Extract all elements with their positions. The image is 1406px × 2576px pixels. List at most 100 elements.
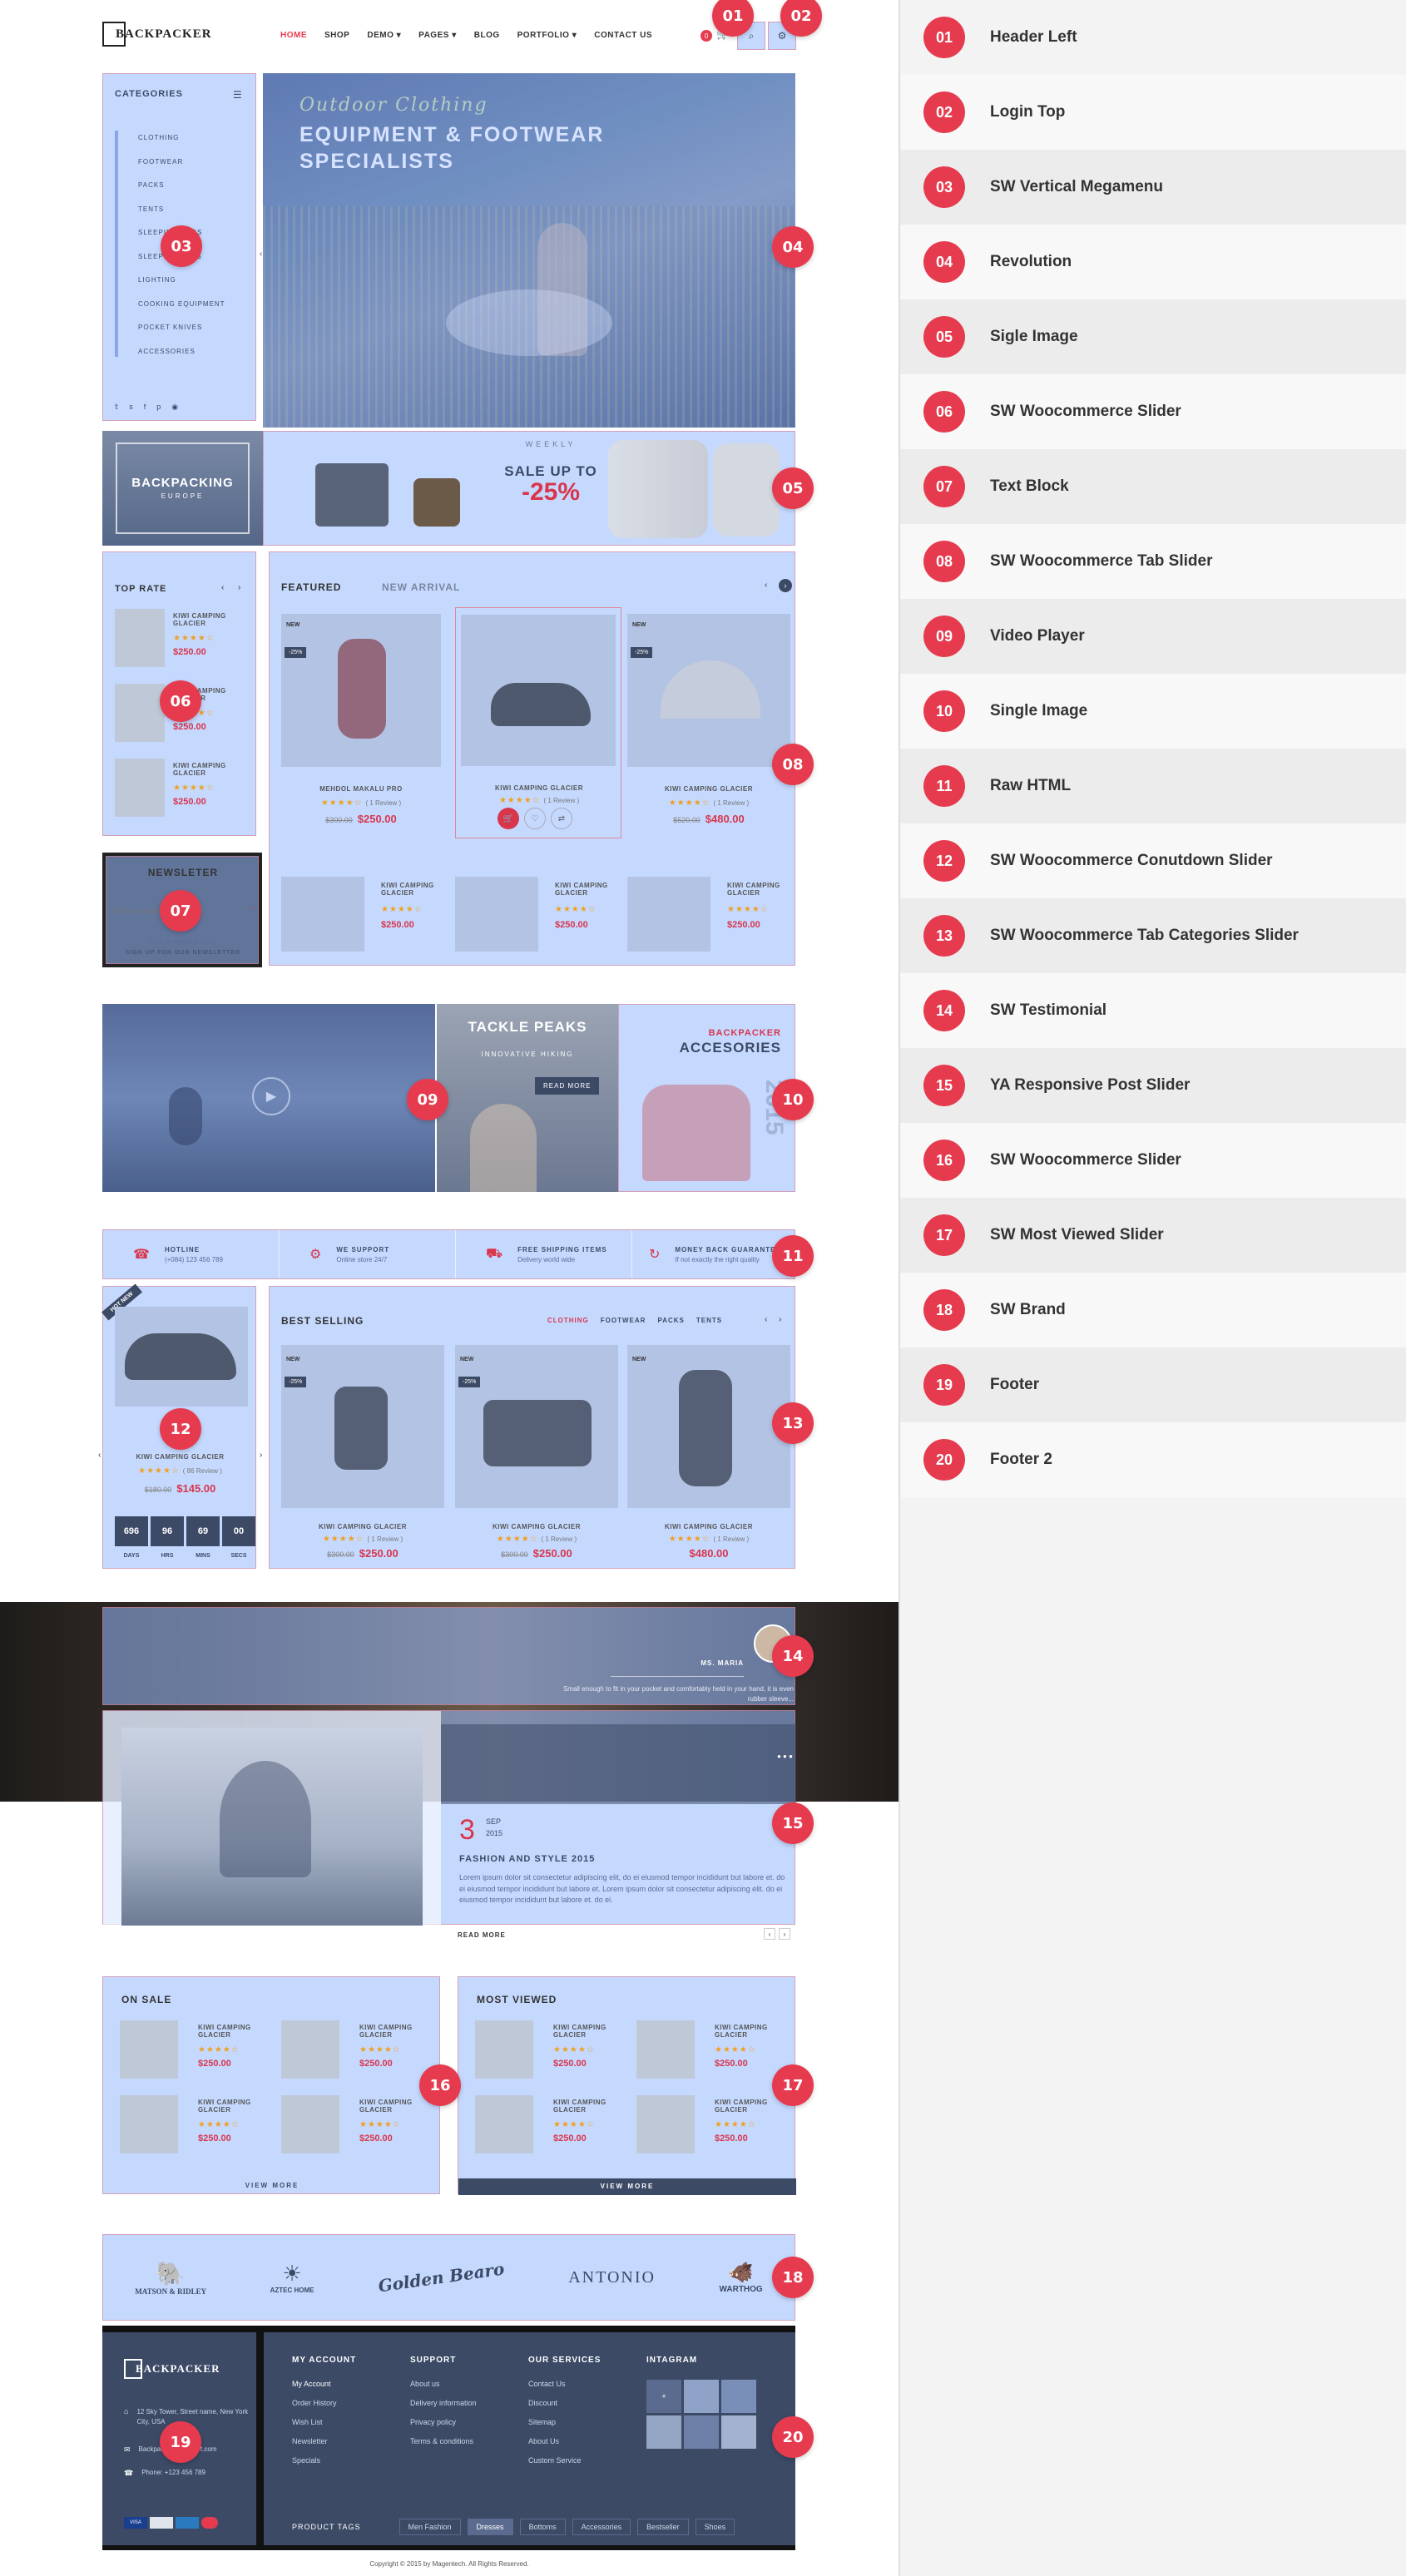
featured-next[interactable]: › [779, 579, 792, 592]
countdown-prev[interactable]: ‹ [98, 1451, 101, 1460]
footer-link[interactable]: Terms & conditions [410, 2437, 477, 2445]
category-clothing[interactable]: CLOTHING [138, 134, 225, 158]
wishlist-button[interactable]: ♡ [524, 808, 546, 829]
footer-link[interactable]: Newsletter [292, 2437, 356, 2445]
video-player[interactable]: ▶ [102, 1004, 435, 1192]
tab-tents[interactable]: TENTS [696, 1317, 722, 1324]
small-product[interactable]: KIWI CAMPING GLACIER ★★★★☆ $250.00 [281, 877, 444, 952]
tag-bestseller[interactable]: Bestseller [637, 2519, 689, 2535]
tag-men-fashion[interactable]: Men Fashion [399, 2519, 461, 2535]
instagram-photo[interactable] [646, 2415, 681, 2449]
tag-shoes[interactable]: Shoes [695, 2519, 735, 2535]
instagram-photo[interactable] [721, 2380, 756, 2413]
top-rate-prev[interactable]: ‹ [221, 583, 224, 592]
instagram-photo[interactable] [684, 2415, 719, 2449]
tab-footwear[interactable]: FOOTWEAR [601, 1317, 646, 1324]
newsletter-submit-icon[interactable]: → [246, 903, 255, 912]
nav-demo[interactable]: DEMO ▾ [367, 31, 401, 40]
footer-link[interactable]: Custom Service [528, 2456, 601, 2465]
top-rate-item[interactable]: KIWI CAMPING GLACIER ★★★★☆ $250.00 [115, 609, 248, 675]
category-lighting[interactable]: LIGHTING [138, 276, 225, 300]
category-cooking[interactable]: COOKING EQUIPMENT [138, 300, 225, 324]
small-product[interactable]: KIWI CAMPING GLACIER ★★★★☆ $250.00 [455, 877, 618, 952]
add-to-cart-button[interactable]: 🛒 [498, 808, 519, 829]
most-viewed-view-more[interactable]: VIEW MORE [458, 2178, 796, 2195]
post-next[interactable]: › [779, 1928, 790, 1940]
post-prev[interactable]: ‹ [764, 1928, 775, 1940]
brand-aztec-home[interactable]: ☀ AZTEC HOME [270, 2261, 314, 2294]
nav-blog[interactable]: BLOG [474, 31, 500, 40]
pinterest-icon[interactable]: p [156, 403, 161, 412]
brand-golden-bearo[interactable]: Golden Bearo [377, 2258, 506, 2296]
viewed-item[interactable]: KIWI CAMPING GLACIER ★★★★☆ $250.00 [636, 2095, 786, 2162]
footer-link[interactable]: Sitemap [528, 2418, 601, 2426]
footer-link[interactable]: Discount [528, 2399, 601, 2407]
footer-link[interactable]: Order History [292, 2399, 356, 2407]
on-sale-view-more[interactable]: VIEW MORE [103, 2182, 441, 2189]
banner-tackle-peaks[interactable]: TACKLE PEAKS INNOVATIVE HIKING READ MORE [437, 1004, 618, 1192]
instagram-photo[interactable]: + [646, 2380, 681, 2413]
footer-link[interactable]: About Us [528, 2437, 601, 2445]
category-footwear[interactable]: FOOTWEAR [138, 158, 225, 182]
footer-logo[interactable]: BACKPACKER [124, 2359, 220, 2379]
menu-toggle-icon[interactable]: ☰ [233, 89, 246, 101]
category-scrollbar[interactable] [115, 131, 118, 357]
nav-portfolio[interactable]: PORTFOLIO ▾ [517, 31, 577, 40]
tag-bottoms[interactable]: Bottoms [519, 2519, 566, 2535]
featured-prev[interactable]: ‹ [765, 581, 767, 590]
facebook-icon[interactable]: f [144, 403, 146, 412]
instagram-photo[interactable] [721, 2415, 756, 2449]
instagram-photo[interactable] [684, 2380, 719, 2413]
rss-icon[interactable]: ◉ [171, 403, 178, 412]
product-card[interactable]: NEW -25% KIWI CAMPING GLACIER ★★★★☆ ( 1 … [281, 1345, 444, 1563]
product-card[interactable]: NEW -25% MEHDOL MAKALU PRO ★★★★☆ ( 1 Rev… [281, 614, 441, 832]
footer-link[interactable]: About us [410, 2380, 477, 2388]
logo[interactable]: BACKPACKER [102, 22, 212, 47]
product-card-hovered[interactable]: KIWI CAMPING GLACIER ★★★★☆ ( 1 Review ) … [455, 607, 621, 838]
category-knives[interactable]: POCKET KNIVES [138, 324, 225, 348]
product-card[interactable]: NEW -25% KIWI CAMPING GLACIER ★★★★☆ ( 1 … [455, 1345, 618, 1563]
best-selling-prev[interactable]: ‹ [765, 1315, 767, 1324]
small-product[interactable]: KIWI CAMPING GLACIER ★★★★☆ $250.00 [627, 877, 790, 952]
countdown-next[interactable]: › [260, 1451, 262, 1460]
hero-prev-arrow[interactable]: ‹ [260, 250, 262, 259]
banner-backpacking[interactable]: BACKPACKING EUROPE [102, 431, 263, 546]
tag-accessories[interactable]: Accessories [572, 2519, 631, 2535]
footer-link[interactable]: Delivery information [410, 2399, 477, 2407]
sale-item[interactable]: KIWI CAMPING GLACIER ★★★★☆ $250.00 [281, 2020, 431, 2087]
footer-link[interactable]: My Account [292, 2380, 356, 2388]
post-read-more[interactable]: READ MORE [458, 1931, 506, 1939]
category-packs[interactable]: PACKS [138, 181, 225, 205]
tab-packs[interactable]: PACKS [657, 1317, 684, 1324]
compare-button[interactable]: ⇄ [551, 808, 572, 829]
tab-featured[interactable]: FEATURED [281, 581, 341, 593]
skype-icon[interactable]: s [129, 403, 133, 412]
tab-new-arrival[interactable]: NEW ARRIVAL [382, 581, 460, 593]
viewed-item[interactable]: KIWI CAMPING GLACIER ★★★★☆ $250.00 [475, 2020, 625, 2087]
sale-item[interactable]: KIWI CAMPING GLACIER ★★★★☆ $250.00 [281, 2095, 431, 2162]
nav-home[interactable]: HOME [280, 31, 307, 40]
footer-link[interactable]: Contact Us [528, 2380, 601, 2388]
top-rate-next[interactable]: › [238, 583, 240, 592]
brand-matson-ridley[interactable]: 🐘 MATSON & RIDLEY [135, 2260, 206, 2296]
viewed-item[interactable]: KIWI CAMPING GLACIER ★★★★☆ $250.00 [475, 2095, 625, 2162]
product-card[interactable]: NEW -25% KIWI CAMPING GLACIER ★★★★☆ ( 1 … [627, 614, 790, 832]
viewed-item[interactable]: KIWI CAMPING GLACIER ★★★★☆ $250.00 [636, 2020, 786, 2087]
sale-item[interactable]: KIWI CAMPING GLACIER ★★★★☆ $250.00 [120, 2020, 270, 2087]
brand-antonio[interactable]: ANTONIO [568, 2268, 656, 2287]
category-accessories[interactable]: ACCESSORIES [138, 348, 225, 372]
product-card[interactable]: NEW KIWI CAMPING GLACIER ★★★★☆ ( 1 Revie… [627, 1345, 790, 1563]
best-selling-next[interactable]: › [779, 1315, 781, 1324]
twitter-icon[interactable]: 𝕥 [115, 403, 118, 412]
post-dots[interactable]: ● ● ● [777, 1753, 793, 1760]
tackle-read-more[interactable]: READ MORE [535, 1077, 600, 1095]
brand-warthog[interactable]: 🐗 WARTHOG [719, 2261, 762, 2294]
footer-link[interactable]: Specials [292, 2456, 356, 2465]
nav-shop[interactable]: SHOP [324, 31, 349, 40]
banner-weekly-sale[interactable]: WEEKLY SALE UP TO -25% [263, 431, 795, 546]
sale-item[interactable]: KIWI CAMPING GLACIER ★★★★☆ $250.00 [120, 2095, 270, 2162]
tag-dresses[interactable]: Dresses [467, 2519, 513, 2535]
nav-contact[interactable]: CONTACT US [594, 31, 652, 40]
footer-link[interactable]: Privacy policy [410, 2418, 477, 2426]
top-rate-item[interactable]: KIWI CAMPING GLACIER ★★★★☆ $250.00 [115, 759, 248, 825]
